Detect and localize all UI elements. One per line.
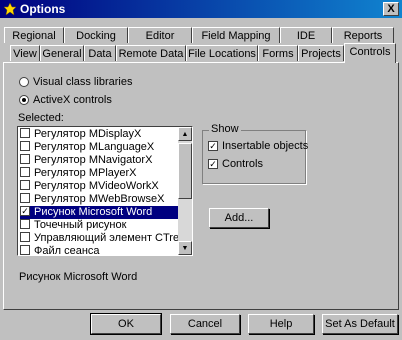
tab-file-locations[interactable]: File Locations	[186, 45, 258, 61]
list-item[interactable]: Регулятор MWebBrowseX	[20, 193, 178, 206]
checkbox[interactable]	[20, 128, 30, 139]
tab-regional[interactable]: Regional	[4, 27, 64, 43]
list-item[interactable]: Регулятор MVideoWorkX	[20, 180, 178, 193]
checkbox[interactable]	[20, 167, 30, 178]
visual-class-radio[interactable]	[19, 77, 29, 87]
list-item[interactable]: Регулятор MLanguageX	[20, 141, 178, 154]
checkbox-checked[interactable]: ✓	[20, 206, 30, 217]
controls-listbox[interactable]: Регулятор MDisplayX Регулятор MLanguageX…	[17, 126, 193, 256]
checkbox[interactable]	[20, 154, 30, 165]
ok-button[interactable]: OK	[90, 313, 162, 335]
list-item[interactable]: Файл сеанса	[20, 245, 178, 255]
show-group: Show	[202, 123, 306, 184]
controls-label: Controls	[222, 158, 263, 170]
show-group-title: Show	[209, 123, 241, 135]
tab-controls[interactable]: Controls	[344, 43, 396, 63]
tab-view[interactable]: View	[10, 45, 40, 61]
tab-projects[interactable]: Projects	[298, 45, 344, 61]
app-icon	[3, 2, 17, 16]
checkbox[interactable]	[20, 232, 30, 243]
tab-data[interactable]: Data	[84, 45, 116, 61]
window-title: Options	[20, 2, 66, 16]
visual-class-label: Visual class libraries	[33, 76, 133, 88]
activex-radio[interactable]	[19, 95, 29, 105]
cancel-button[interactable]: Cancel	[170, 314, 240, 334]
title-bar: Options X	[0, 0, 402, 18]
list-scrollbar[interactable]: ▲ ▼	[178, 127, 192, 255]
list-item[interactable]: Регулятор MNavigatorX	[20, 154, 178, 167]
scroll-up-icon[interactable]: ▲	[178, 127, 192, 141]
set-default-button[interactable]: Set As Default	[322, 314, 398, 334]
selected-item-caption: Рисунок Microsoft Word	[19, 271, 138, 283]
list-item[interactable]: Регулятор MDisplayX	[20, 128, 178, 141]
controls-checkbox[interactable]: ✓	[208, 159, 218, 169]
checkbox[interactable]	[20, 180, 30, 191]
close-button[interactable]: X	[383, 2, 399, 16]
list-item[interactable]: Точечный рисунок	[20, 219, 178, 232]
scroll-thumb[interactable]	[178, 143, 192, 199]
insertable-label: Insertable objects	[222, 140, 309, 152]
selected-label: Selected:	[18, 112, 64, 124]
checkbox[interactable]	[20, 141, 30, 152]
checkbox[interactable]	[20, 245, 30, 255]
list-item[interactable]: Регулятор MPlayerX	[20, 167, 178, 180]
tab-reports[interactable]: Reports	[332, 27, 394, 43]
add-button[interactable]: Add...	[209, 208, 269, 228]
checkbox[interactable]	[20, 219, 30, 230]
help-button[interactable]: Help	[248, 314, 314, 334]
tab-remote-data[interactable]: Remote Data	[116, 45, 186, 61]
tab-docking[interactable]: Docking	[64, 27, 128, 43]
activex-label: ActiveX controls	[33, 94, 112, 106]
list-item-selected[interactable]: ✓ Рисунок Microsoft Word	[20, 206, 178, 219]
checkbox[interactable]	[20, 193, 30, 204]
scroll-down-icon[interactable]: ▼	[178, 241, 192, 255]
insertable-checkbox[interactable]: ✓	[208, 141, 218, 151]
tab-editor[interactable]: Editor	[128, 27, 192, 43]
tab-general[interactable]: General	[40, 45, 84, 61]
tab-forms[interactable]: Forms	[258, 45, 298, 61]
list-item[interactable]: Управляющий элемент CTreeView	[20, 232, 192, 245]
tab-ide[interactable]: IDE	[280, 27, 332, 43]
tab-field-mapping[interactable]: Field Mapping	[192, 27, 280, 43]
